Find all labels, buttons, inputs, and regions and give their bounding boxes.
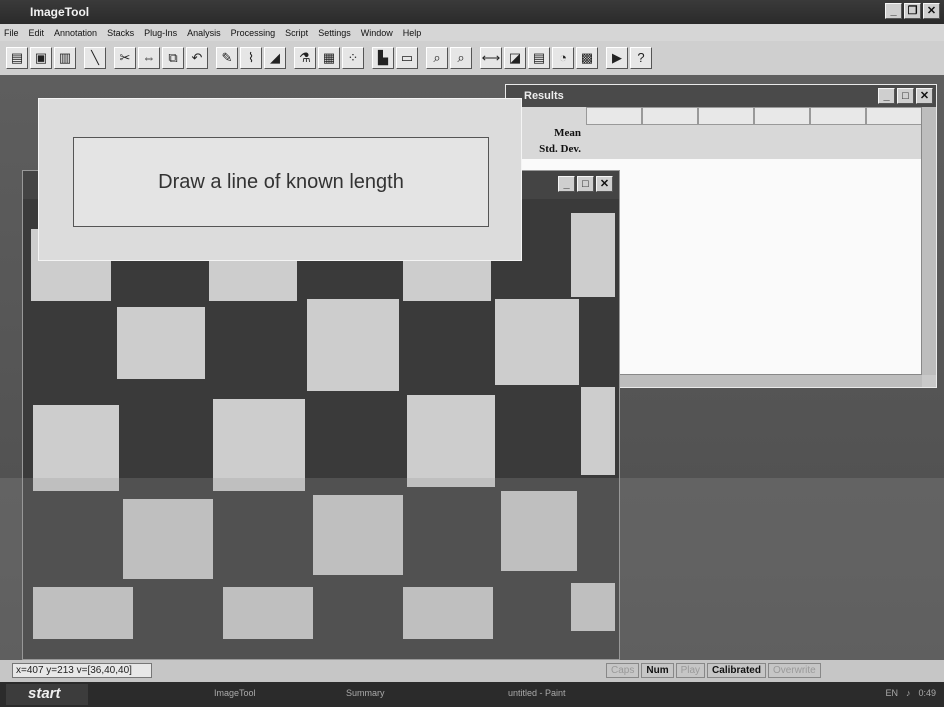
zoom-in-icon[interactable]: ⌕ [426, 47, 448, 69]
results-close-button[interactable]: ✕ [916, 88, 933, 104]
menu-plugins[interactable]: Plug-Ins [144, 28, 177, 38]
menu-annotation[interactable]: Annotation [54, 28, 97, 38]
image-close-button[interactable]: ✕ [596, 176, 613, 192]
num-indicator: Num [641, 663, 674, 678]
copy-icon[interactable]: ⧉ [162, 47, 184, 69]
volume-icon[interactable]: ♪ [906, 688, 911, 698]
task-imagetool[interactable]: ImageTool [214, 688, 256, 698]
grid-icon[interactable]: ▦ [318, 47, 340, 69]
toolbar: ▤ ▣ ▥ ╲ ✂ ⇔ ⧉ ↶ ✎ ⌇ ◢ ⚗ ▦ ⁘ ▙ ▭ ⌕ ⌕ ⟷ ◪ … [0, 41, 944, 75]
image-maximize-button[interactable]: □ [577, 176, 594, 192]
play-icon[interactable]: ▶ [606, 47, 628, 69]
filter-icon[interactable]: ⚗ [294, 47, 316, 69]
profile-icon[interactable]: ▭ [396, 47, 418, 69]
task-summary[interactable]: Summary [346, 688, 385, 698]
menu-analysis[interactable]: Analysis [187, 28, 221, 38]
cut-icon[interactable]: ✂ [114, 47, 136, 69]
language-indicator[interactable]: EN [885, 688, 898, 698]
results-titlebar[interactable]: Results _ □ ✕ [506, 85, 936, 107]
task-paint[interactable]: untitled - Paint [508, 688, 566, 698]
pie-chart-icon[interactable]: ◔ [552, 47, 574, 69]
clock: 0:49 [918, 688, 936, 698]
menu-stacks[interactable]: Stacks [107, 28, 134, 38]
results-column-headers [586, 107, 922, 125]
start-button[interactable]: start [6, 684, 88, 705]
matrix-icon[interactable]: ▩ [576, 47, 598, 69]
instruction-text: Draw a line of known length [73, 137, 489, 227]
pencil-icon[interactable]: ✎ [216, 47, 238, 69]
app-title: ImageTool [30, 5, 90, 19]
app-titlebar: ImageTool _ ❐ ✕ [0, 0, 944, 24]
results-title: Results [524, 90, 564, 102]
calibrated-indicator: Calibrated [707, 663, 766, 678]
menu-bar: File Edit Annotation Stacks Plug-Ins Ana… [0, 24, 944, 41]
measure-icon[interactable]: ⟷ [480, 47, 502, 69]
system-tray: EN ♪ 0:49 [885, 688, 936, 698]
noise-icon[interactable]: ⁘ [342, 47, 364, 69]
results-table: Mean Std. Dev. [516, 107, 922, 159]
flip-icon[interactable]: ⇔ [138, 47, 160, 69]
background-overlay [0, 478, 944, 660]
play-indicator: Play [675, 663, 706, 678]
brush-icon[interactable]: ⌇ [240, 47, 262, 69]
histogram-icon[interactable]: ▙ [372, 47, 394, 69]
cursor-coordinates: x=407 y=213 v=[36,40,40] [12, 663, 152, 678]
table-icon[interactable]: ▤ [528, 47, 550, 69]
overwrite-indicator: Overwrite [767, 663, 821, 678]
menu-processing[interactable]: Processing [231, 28, 276, 38]
minimize-button[interactable]: _ [885, 3, 902, 19]
taskbar: start ImageTool Summary untitled - Paint… [0, 682, 944, 707]
menu-settings[interactable]: Settings [318, 28, 351, 38]
menu-edit[interactable]: Edit [29, 28, 45, 38]
help-icon[interactable]: ? [630, 47, 652, 69]
save-icon[interactable]: ▣ [30, 47, 52, 69]
menu-help[interactable]: Help [403, 28, 422, 38]
menu-script[interactable]: Script [285, 28, 308, 38]
undo-icon[interactable]: ↶ [186, 47, 208, 69]
image-minimize-button[interactable]: _ [558, 176, 575, 192]
results-minimize-button[interactable]: _ [878, 88, 895, 104]
caps-indicator: Caps [606, 663, 640, 678]
restore-button[interactable]: ❐ [904, 3, 921, 19]
status-bar: x=407 y=213 v=[36,40,40] Caps Num Play C… [0, 660, 944, 682]
print-icon[interactable]: ▥ [54, 47, 76, 69]
line-tool-icon[interactable]: ╲ [84, 47, 106, 69]
close-button[interactable]: ✕ [923, 3, 940, 19]
menu-file[interactable]: File [4, 28, 19, 38]
calibration-dialog: Draw a line of known length [38, 98, 522, 261]
results-maximize-button[interactable]: □ [897, 88, 914, 104]
row-label-std-dev: Std. Dev. [539, 143, 581, 155]
open-icon[interactable]: ▤ [6, 47, 28, 69]
levels-icon[interactable]: ◪ [504, 47, 526, 69]
row-label-mean: Mean [554, 127, 581, 139]
results-vertical-scrollbar[interactable] [921, 107, 936, 375]
zoom-out-icon[interactable]: ⌕ [450, 47, 472, 69]
menu-window[interactable]: Window [361, 28, 393, 38]
ramp-icon[interactable]: ◢ [264, 47, 286, 69]
